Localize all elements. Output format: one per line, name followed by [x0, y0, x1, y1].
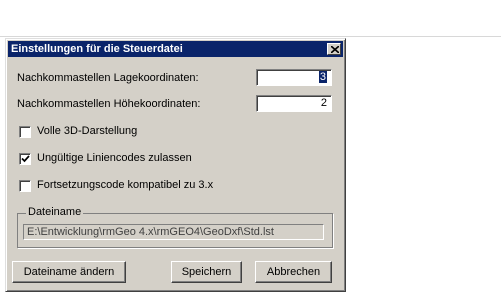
checkbox-invalid-codes[interactable]	[19, 153, 31, 165]
settings-dialog: Einstellungen für die Steuerdatei Nachko…	[5, 38, 346, 292]
close-icon	[331, 46, 339, 53]
hoehe-label: Nachkommastellen Höhekoordinaten:	[17, 98, 201, 110]
filename-group-label: Dateiname	[26, 206, 84, 218]
hoehe-input[interactable]: 2	[256, 95, 332, 112]
hoehe-value: 2	[320, 97, 327, 109]
dialog-title: Einstellungen für die Steuerdatei	[11, 43, 183, 55]
option-3d-label: Volle 3D-Darstellung	[37, 125, 138, 137]
checkbox-3d[interactable]	[19, 126, 31, 138]
lage-label: Nachkommastellen Lagekoordinaten:	[17, 72, 199, 84]
checkmark-icon	[21, 155, 30, 163]
option-invalid-codes-label: Ungültige Liniencodes zulassen	[37, 152, 192, 164]
cancel-button[interactable]: Abbrechen	[255, 261, 332, 283]
save-button[interactable]: Speichern	[171, 261, 242, 283]
option-compat-3x-label: Fortsetzungscode kompatibel zu 3.x	[37, 179, 214, 191]
dialog-titlebar[interactable]: Einstellungen für die Steuerdatei	[8, 41, 343, 57]
checkbox-compat-3x[interactable]	[19, 180, 31, 192]
lage-value: 3	[318, 71, 327, 83]
close-button[interactable]	[327, 43, 341, 55]
filename-field: E:\Entwicklung\rmGeo 4.x\rmGEO4\GeoDxf\S…	[23, 224, 324, 240]
filename-group: Dateiname E:\Entwicklung\rmGeo 4.x\rmGEO…	[17, 206, 333, 248]
lage-input[interactable]: 3	[256, 69, 332, 86]
change-filename-button[interactable]: Dateiname ändern	[12, 261, 126, 283]
filename-value: E:\Entwicklung\rmGeo 4.x\rmGEO4\GeoDxf\S…	[27, 226, 274, 238]
top-blank-area	[0, 0, 501, 37]
